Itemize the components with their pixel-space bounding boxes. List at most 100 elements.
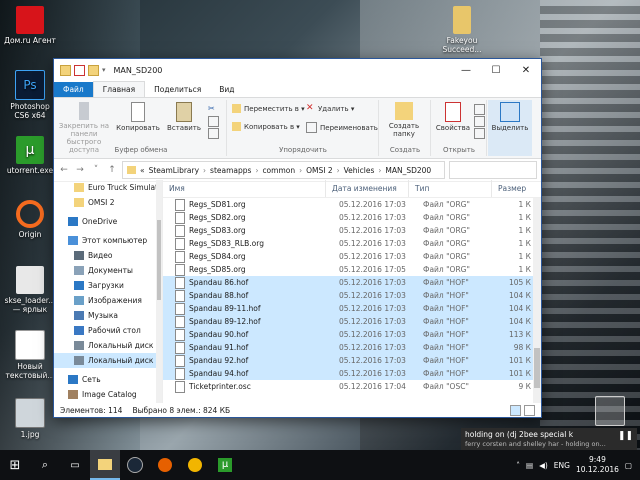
- breadcrumb-vehicles[interactable]: Vehicles: [344, 166, 375, 175]
- nav-scrollbar[interactable]: [156, 180, 162, 403]
- copy-to-button[interactable]: Копировать в ▾: [232, 122, 300, 131]
- column-size[interactable]: Размер: [492, 180, 541, 197]
- minimize-button[interactable]: —: [451, 59, 481, 81]
- nav-item-drive[interactable]: Локальный диск (C:): [54, 338, 162, 353]
- file-scrollbar[interactable]: [533, 198, 541, 403]
- breadcrumb-steamapps[interactable]: steamapps: [210, 166, 251, 175]
- new-folder-icon[interactable]: [88, 64, 99, 76]
- customize-icon[interactable]: ▾: [102, 66, 106, 74]
- tab-home[interactable]: Главная: [92, 81, 146, 97]
- volume-icon[interactable]: ◀): [539, 461, 548, 470]
- utorrent-taskbar-button[interactable]: µ: [210, 450, 240, 480]
- edit-button[interactable]: [474, 116, 485, 127]
- steam-taskbar-button[interactable]: [120, 450, 150, 480]
- breadcrumb-overflow[interactable]: «: [140, 166, 145, 175]
- nav-item-network[interactable]: Сеть: [54, 372, 162, 387]
- nav-item-download[interactable]: Загрузки: [54, 278, 162, 293]
- clock[interactable]: 9:49 10.12.2016: [576, 455, 619, 475]
- tab-view[interactable]: Вид: [210, 82, 243, 97]
- notifications-icon[interactable]: ▢: [625, 461, 632, 470]
- nav-item-drive[interactable]: Локальный диск (D:): [54, 353, 162, 368]
- file-row[interactable]: Regs_SD83_RLB.org 05.12.2016 17:03 Файл "O…: [163, 237, 533, 250]
- folder-icon[interactable]: [60, 64, 71, 76]
- file-row[interactable]: Spandau 89-12.hof 05.12.2016 17:03 Файл "H…: [163, 315, 533, 328]
- file-row[interactable]: Regs_SD82.org 05.12.2016 17:03 Файл "ORG" 1…: [163, 211, 533, 224]
- breadcrumb-man-sd200[interactable]: MAN_SD200: [385, 166, 431, 175]
- desktop-icon-photoshop[interactable]: Ps Photoshop CS6 x64: [2, 70, 58, 120]
- start-button[interactable]: ⊞: [0, 450, 30, 480]
- desktop-icon-origin[interactable]: Origin: [2, 200, 58, 239]
- desktop-icon-domru[interactable]: Дом.ru Агент: [2, 6, 58, 45]
- language-indicator[interactable]: ENG: [554, 461, 570, 470]
- file-row[interactable]: Ticketprinter.osc 05.12.2016 17:04 Файл "O…: [163, 380, 533, 393]
- move-to-button[interactable]: Переместить в ▾: [232, 104, 305, 113]
- close-button[interactable]: ✕: [511, 59, 541, 81]
- select-button[interactable]: Выделить: [490, 102, 530, 132]
- breadcrumb-omsi2[interactable]: OMSI 2: [306, 166, 333, 175]
- address-bar[interactable]: « SteamLibrary › steamapps › common › OMSI …: [122, 161, 445, 179]
- file-row[interactable]: Regs_SD81.org 05.12.2016 17:03 Файл "ORG" 1…: [163, 198, 533, 211]
- task-view-button[interactable]: ▭: [60, 450, 90, 480]
- network-icon[interactable]: ▤: [526, 461, 533, 470]
- desktop-icon-jpg[interactable]: 1.jpg: [2, 398, 58, 439]
- history-button[interactable]: [474, 128, 485, 139]
- up-arrow-icon[interactable]: ↑: [106, 165, 118, 175]
- copy-button[interactable]: Копировать: [116, 102, 160, 132]
- paste-shortcut-button[interactable]: [208, 128, 219, 139]
- paste-button[interactable]: Вставить: [164, 102, 204, 132]
- column-date[interactable]: Дата изменения: [326, 180, 409, 197]
- breadcrumb-steamlibrary[interactable]: SteamLibrary: [149, 166, 199, 175]
- file-row[interactable]: Regs_SD85.org 05.12.2016 17:05 Файл "ORG" 1…: [163, 263, 533, 276]
- nav-item-docs[interactable]: Документы: [54, 263, 162, 278]
- desktop-icon-utorrent[interactable]: µ utorrent.exe: [2, 136, 58, 175]
- large-icons-view-icon[interactable]: [524, 404, 535, 416]
- open-button[interactable]: [474, 104, 485, 115]
- tab-file[interactable]: Файл: [54, 82, 93, 97]
- properties-button[interactable]: Свойства: [434, 102, 472, 132]
- nav-item-catalog[interactable]: Image Catalog: [54, 387, 162, 402]
- nav-item-folder[interactable]: OMSI 2: [54, 195, 162, 210]
- nav-item-pc[interactable]: Этот компьютер: [54, 233, 162, 248]
- desktop-icon-textfile[interactable]: Новый текстовый...: [2, 330, 58, 380]
- file-row[interactable]: Spandau 89-11.hof 05.12.2016 17:03 Файл "H…: [163, 302, 533, 315]
- nav-item-music[interactable]: Музыка: [54, 308, 162, 323]
- firefox-taskbar-button[interactable]: [150, 450, 180, 480]
- nav-item-images[interactable]: Изображения: [54, 293, 162, 308]
- back-arrow-icon[interactable]: ←: [58, 165, 70, 175]
- cut-button[interactable]: ✂: [208, 104, 217, 113]
- file-row[interactable]: Spandau 88.hof 05.12.2016 17:03 Файл "HOF"…: [163, 289, 533, 302]
- nav-item-folder[interactable]: Euro Truck Simulator: [54, 180, 162, 195]
- show-hidden-icon[interactable]: ˄: [516, 461, 520, 470]
- nav-item-video[interactable]: Видео: [54, 248, 162, 263]
- forward-arrow-icon[interactable]: →: [74, 165, 86, 175]
- file-row[interactable]: Regs_SD83.org 05.12.2016 17:03 Файл "ORG" 1…: [163, 224, 533, 237]
- delete-button[interactable]: ✕ Удалить ▾: [306, 104, 354, 113]
- nav-item-cloud[interactable]: OneDrive: [54, 214, 162, 229]
- nav-item-desktop[interactable]: Рабочий стол: [54, 323, 162, 338]
- file-row[interactable]: Spandau 92.hof 05.12.2016 17:03 Файл "HOF"…: [163, 354, 533, 367]
- details-view-icon[interactable]: [510, 404, 521, 416]
- breadcrumb-common[interactable]: common: [262, 166, 295, 175]
- pause-icon[interactable]: ❚❚: [618, 431, 633, 441]
- properties-icon[interactable]: [74, 64, 85, 76]
- rename-button[interactable]: Переименовать: [306, 122, 378, 133]
- file-row[interactable]: Regs_SD84.org 05.12.2016 17:03 Файл "ORG" 1…: [163, 250, 533, 263]
- search-input[interactable]: [449, 161, 537, 179]
- yellow-app-taskbar-button[interactable]: [180, 450, 210, 480]
- media-notification[interactable]: holding on (dj 2bee special k ferry cors…: [461, 428, 637, 450]
- desktop-icon-fakeyou[interactable]: Fakeyou Succeed...: [434, 6, 490, 54]
- desktop-icon-recycle-bin[interactable]: [582, 396, 638, 428]
- file-row[interactable]: Spandau 90.hof 05.12.2016 17:03 Файл "HOF"…: [163, 328, 533, 341]
- tab-share[interactable]: Поделиться: [145, 82, 210, 97]
- column-type[interactable]: Тип: [409, 180, 492, 197]
- file-row[interactable]: Spandau 91.hof 05.12.2016 17:03 Файл "HOF"…: [163, 341, 533, 354]
- column-name[interactable]: Имя: [163, 180, 326, 197]
- search-button[interactable]: ⌕: [30, 450, 60, 480]
- file-row[interactable]: Spandau 94.hof 05.12.2016 17:03 Файл "HOF"…: [163, 367, 533, 380]
- desktop-icon-skse[interactable]: skse_loader... — ярлык: [2, 266, 58, 314]
- new-folder-button[interactable]: Создать папку: [382, 102, 426, 138]
- maximize-button[interactable]: ☐: [481, 59, 511, 81]
- explorer-taskbar-button[interactable]: [90, 450, 120, 480]
- recent-chevron-icon[interactable]: ˅: [90, 165, 102, 175]
- copy-path-button[interactable]: [208, 116, 219, 127]
